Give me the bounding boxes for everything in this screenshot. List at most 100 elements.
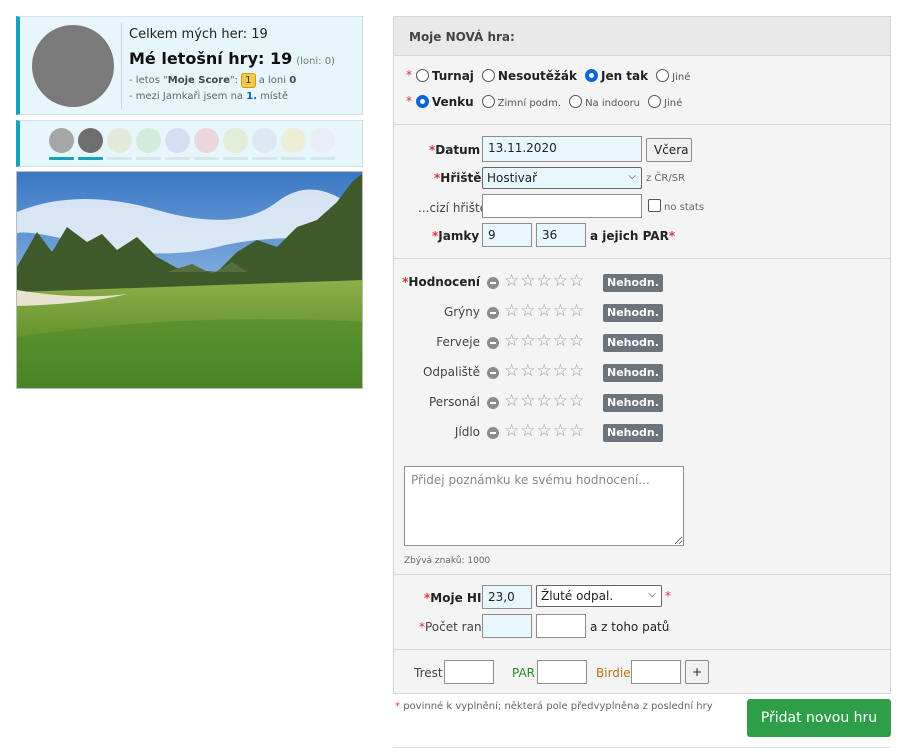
penalty-input[interactable] [444, 660, 494, 684]
score-prefix: - letos " [129, 75, 168, 86]
ball-swatch-indicator [107, 157, 132, 160]
chevron-down-icon: ⌵ [648, 589, 656, 600]
venue-label: Jiné [664, 97, 683, 109]
unrated-badge: Nehodn. [603, 274, 663, 292]
radio-unchecked-icon[interactable] [481, 94, 495, 108]
ball-swatch-indicator [252, 157, 277, 160]
venue-option[interactable]: Jiné [648, 94, 683, 109]
profile-divider [121, 23, 122, 109]
radio-unchecked-icon[interactable] [569, 94, 583, 108]
date-label: *Datum [429, 143, 481, 157]
clear-rating-icon[interactable] [487, 367, 499, 379]
course-label: *Hřiště [434, 171, 482, 185]
course-selected: Hostivař [487, 171, 538, 185]
hi-input[interactable]: 23,0 [482, 585, 532, 609]
foreign-course-input[interactable] [482, 194, 642, 218]
ball-swatch-indicator [223, 157, 248, 160]
chars-left: Zbývá znaků: 1000 [404, 556, 491, 566]
required-mark: * [406, 94, 412, 108]
game-type-option[interactable]: Turnaj [415, 68, 474, 83]
add-game-button[interactable]: Přidat novou hru [747, 699, 891, 737]
new-game-form: Moje NOVÁ hra: * Turnaj Nesoutěžák Jen tak… [393, 16, 891, 694]
star-rating[interactable]: ☆☆☆☆☆ [504, 393, 585, 410]
ball-swatch[interactable] [107, 128, 132, 153]
clear-rating-icon[interactable] [487, 307, 499, 319]
clear-rating-icon[interactable] [487, 277, 499, 289]
rank-prefix: - mezi Jamkaři jsem na [129, 91, 244, 102]
chevron-down-icon: ⌵ [628, 171, 636, 182]
yesterday-button[interactable]: Včera [646, 138, 692, 162]
birdie-label: Birdie [596, 666, 631, 680]
strokes-input[interactable] [482, 614, 532, 638]
rating-label: Grýny [443, 305, 480, 319]
avatar[interactable] [32, 25, 114, 107]
ball-swatch[interactable] [78, 128, 103, 153]
ball-swatch[interactable] [223, 128, 248, 153]
rating-note-textarea[interactable] [404, 466, 684, 546]
unrated-badge: Nehodn. [603, 424, 663, 442]
star-rating[interactable]: ☆☆☆☆☆ [504, 363, 585, 380]
ball-selector [16, 120, 363, 167]
form-header: Moje NOVÁ hra: [394, 17, 890, 56]
divider [394, 574, 890, 575]
game-type-option[interactable]: Jen tak [584, 68, 648, 83]
rank-suffix: místě [260, 91, 288, 102]
ball-swatch[interactable] [281, 128, 306, 153]
radio-unchecked-icon[interactable] [481, 68, 495, 82]
game-type-option[interactable]: Nesoutěžák [481, 68, 577, 83]
ball-swatch-indicator [49, 157, 74, 160]
ball-swatch-indicator [281, 157, 306, 160]
course-photo [16, 171, 363, 389]
ball-swatch[interactable] [49, 128, 74, 153]
required-mark: * [406, 68, 412, 82]
ball-swatch[interactable] [310, 128, 335, 153]
par-count-input[interactable] [537, 660, 587, 684]
unrated-badge: Nehodn. [603, 334, 663, 352]
ball-swatch[interactable] [252, 128, 277, 153]
holes-label: *Jamky [432, 229, 480, 243]
no-stats-checkbox[interactable] [648, 199, 661, 212]
radio-checked-icon[interactable] [415, 94, 429, 108]
tee-select[interactable]: Žluté odpal. ⌵ [536, 585, 662, 607]
radio-unchecked-icon[interactable] [415, 68, 429, 82]
games-last-year: (loni: 0) [296, 56, 335, 67]
score-name: Moje Score [167, 75, 230, 86]
radio-unchecked-icon[interactable] [656, 68, 670, 82]
par-input[interactable]: 36 [536, 223, 586, 247]
holes-input[interactable]: 9 [482, 223, 532, 247]
star-rating[interactable]: ☆☆☆☆☆ [504, 333, 585, 350]
divider [394, 124, 890, 125]
star-rating[interactable]: ☆☆☆☆☆ [504, 303, 585, 320]
venue-option[interactable]: Zimní podm. [481, 94, 561, 109]
putts-input[interactable] [536, 614, 586, 638]
score-line: - letos "Moje Score": 1 a loni 0 [129, 73, 296, 88]
clear-rating-icon[interactable] [487, 427, 499, 439]
ball-swatch[interactable] [165, 128, 190, 153]
venue-option[interactable]: Na indooru [569, 94, 640, 109]
game-type-label: Turnaj [431, 68, 474, 83]
score-mid: ": [229, 75, 238, 86]
star-rating[interactable]: ☆☆☆☆☆ [504, 273, 585, 290]
game-type-option[interactable]: Jiné [656, 68, 690, 83]
course-select[interactable]: Hostivař ⌵ [482, 167, 642, 189]
venue-option[interactable]: Venku [415, 94, 474, 109]
add-score-button[interactable]: + [685, 660, 709, 684]
radio-unchecked-icon[interactable] [648, 94, 662, 108]
course-region: z ČR/SR [646, 173, 686, 184]
ball-swatch-indicator [78, 157, 103, 160]
strokes-label: *Počet ran [419, 620, 482, 634]
divider [394, 258, 890, 259]
clear-rating-icon[interactable] [487, 337, 499, 349]
game-type-radios: * Turnaj Nesoutěžák Jen tak Jiné [406, 68, 698, 83]
rating-label: Personál [428, 395, 480, 409]
unrated-badge: Nehodn. [603, 364, 663, 382]
date-input[interactable]: 13.11.2020 [482, 136, 642, 162]
star-rating[interactable]: ☆☆☆☆☆ [504, 423, 585, 440]
birdie-input[interactable] [631, 660, 681, 684]
ball-swatch[interactable] [136, 128, 161, 153]
clear-rating-icon[interactable] [487, 397, 499, 409]
venue-radios: * Venku Zimní podm. Na indooru Jiné [406, 94, 690, 109]
ball-swatch[interactable] [194, 128, 219, 153]
required-mark: * [665, 589, 671, 603]
radio-checked-icon[interactable] [584, 68, 598, 82]
